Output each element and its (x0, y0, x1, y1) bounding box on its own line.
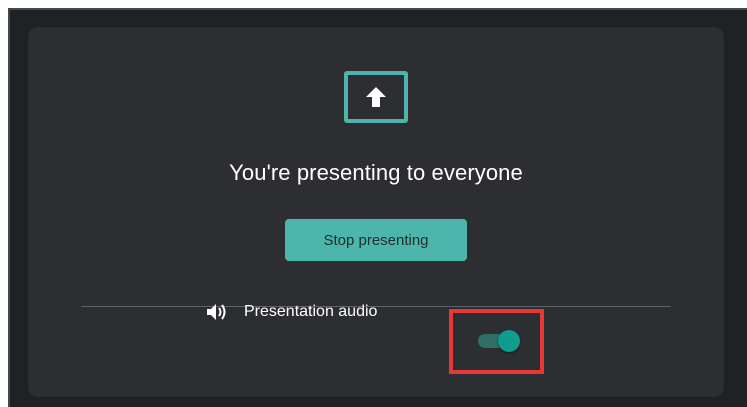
presentation-audio-toggle[interactable] (476, 330, 520, 352)
toggle-thumb (498, 330, 520, 352)
volume-icon (207, 304, 226, 320)
presenting-panel: You're presenting to everyone Stop prese… (28, 27, 724, 397)
presentation-audio-label: Presentation audio (244, 303, 378, 320)
present-to-all-icon (344, 71, 408, 123)
stop-presenting-button[interactable]: Stop presenting (285, 219, 467, 261)
presenting-status-text: You're presenting to everyone (229, 160, 523, 185)
